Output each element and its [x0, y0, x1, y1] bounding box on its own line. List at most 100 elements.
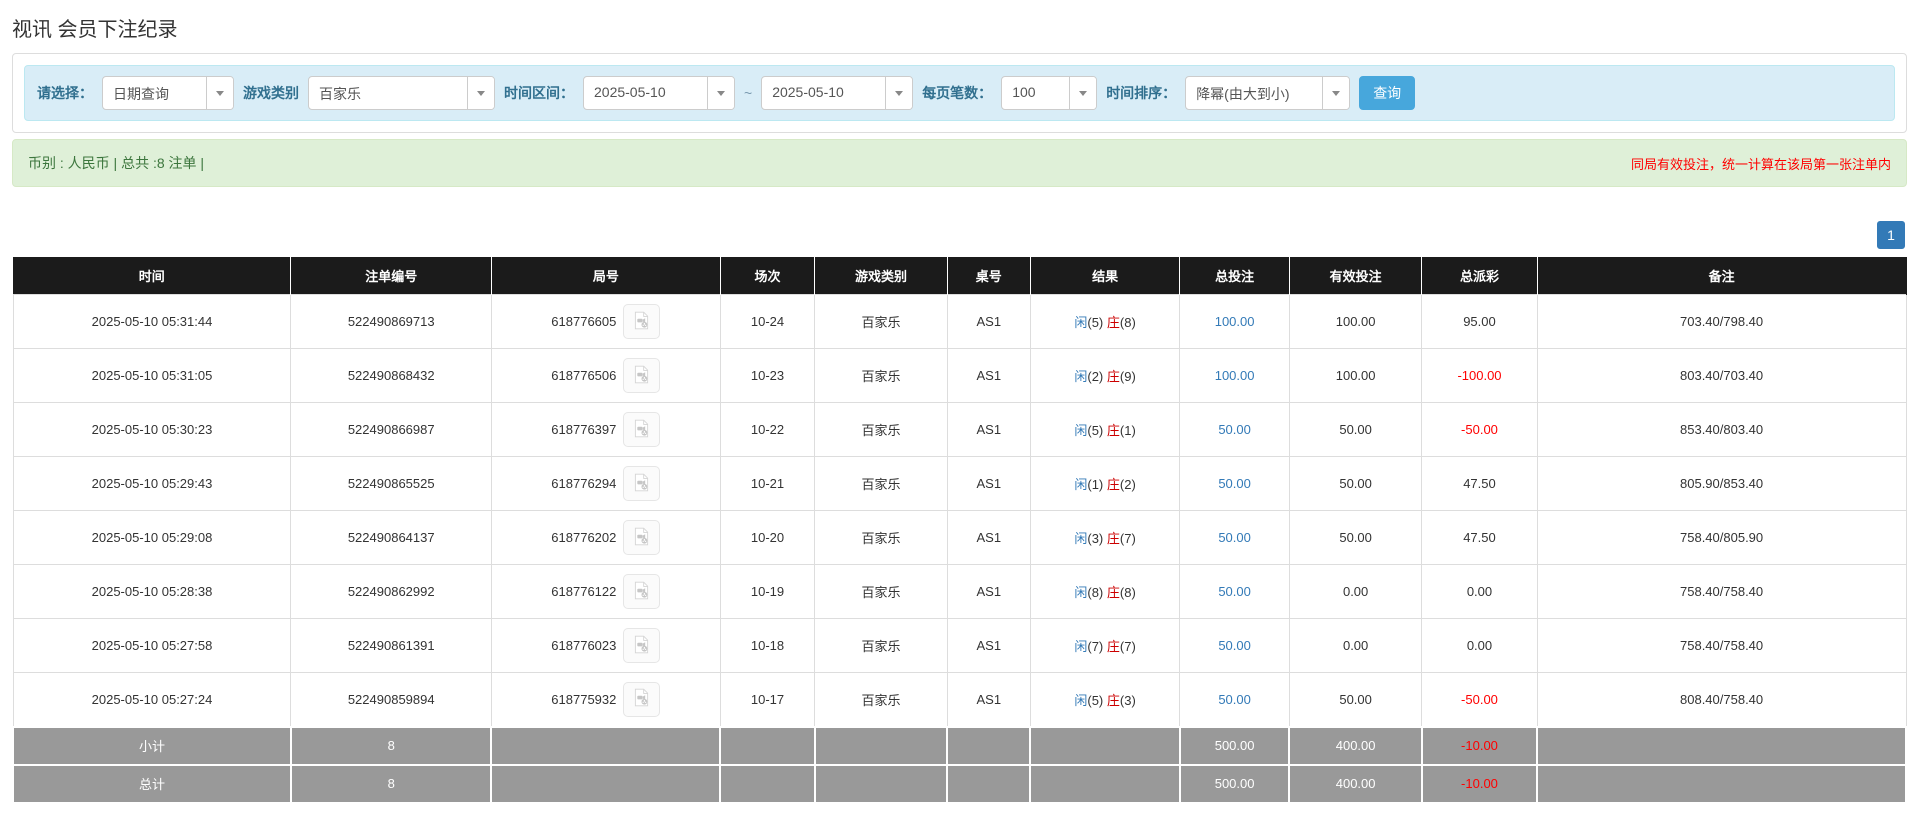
total-bet-link[interactable]: 50.00 — [1218, 584, 1251, 599]
payout-value: 0.00 — [1467, 638, 1492, 653]
subtotal-row-table-no — [947, 727, 1030, 765]
result-banker-points: (2) — [1120, 477, 1136, 492]
total-bet-link[interactable]: 50.00 — [1218, 638, 1251, 653]
game-type-select[interactable]: 百家乐 — [308, 76, 495, 110]
total-bet-link[interactable]: 50.00 — [1218, 422, 1251, 437]
video-replay-button[interactable] — [623, 682, 660, 717]
cell-valid-bet: 50.00 — [1289, 511, 1421, 565]
video-replay-button[interactable] — [623, 520, 660, 555]
cell-table-no: AS1 — [947, 457, 1030, 511]
video-replay-button[interactable] — [623, 412, 660, 447]
cell-valid-bet: 50.00 — [1289, 403, 1421, 457]
table-row: 2025-05-10 05:29:08522490864137 618776202… — [13, 511, 1906, 565]
table-row: 2025-05-10 05:30:23522490866987618776397… — [13, 403, 1906, 457]
video-replay-button[interactable] — [623, 304, 660, 339]
total-row-label: 总计 — [13, 765, 291, 803]
total-row-payout-value: -10.00 — [1461, 776, 1498, 791]
date-from-caret-button[interactable] — [707, 77, 734, 109]
column-header-session: 场次 — [720, 257, 815, 295]
search-button[interactable]: 查询 — [1359, 76, 1415, 110]
round-id-text: 618776202 — [551, 530, 616, 545]
sort-order-caret-button[interactable] — [1322, 77, 1349, 109]
page-size-caret-button[interactable] — [1069, 77, 1096, 109]
cell-bet-id: 522490866987 — [291, 403, 491, 457]
cell-round-id: 618776605 — [491, 295, 720, 349]
round-id-group: 618776023 — [496, 628, 716, 663]
query-type-select[interactable]: 日期查询 — [102, 76, 234, 110]
total-bet-link[interactable]: 100.00 — [1215, 368, 1255, 383]
cell-time: 2025-05-10 05:31:44 — [13, 295, 291, 349]
cell-game-type: 百家乐 — [815, 457, 947, 511]
cell-table-no: AS1 — [947, 349, 1030, 403]
cell-valid-bet: 50.00 — [1289, 457, 1421, 511]
cell-session: 10-23 — [720, 349, 815, 403]
result-player-label: 闲 — [1074, 693, 1087, 708]
table-row: 2025-05-10 05:31:44522490869713618776605… — [13, 295, 1906, 349]
chevron-down-icon — [1332, 91, 1340, 96]
video-replay-button[interactable] — [623, 358, 660, 393]
total-row-result — [1030, 765, 1179, 803]
table-row: 2025-05-10 05:28:38522490862992618776122… — [13, 565, 1906, 619]
cell-bet-id: 522490864137 — [291, 511, 491, 565]
total-bet-link[interactable]: 50.00 — [1218, 692, 1251, 707]
round-id-text: 618775932 — [551, 692, 616, 707]
table-row: 2025-05-10 05:29:43522490865525618776294… — [13, 457, 1906, 511]
result-banker-points: (8) — [1120, 315, 1136, 330]
result-banker-points: (9) — [1120, 369, 1136, 384]
subtotal-row-total-bet: 500.00 — [1180, 727, 1290, 765]
subtotal-row-label: 小计 — [13, 727, 291, 765]
date-to-caret-button[interactable] — [885, 77, 912, 109]
video-icon — [631, 687, 652, 711]
cell-table-no: AS1 — [947, 619, 1030, 673]
result-banker-points: (7) — [1120, 531, 1136, 546]
cell-result: 闲(3) 庄(7) — [1030, 511, 1179, 565]
payout-value: 0.00 — [1467, 584, 1492, 599]
chevron-down-icon — [477, 91, 485, 96]
column-header-game-type: 游戏类别 — [815, 257, 947, 295]
page-1-button[interactable]: 1 — [1877, 221, 1905, 249]
payout-value: -50.00 — [1461, 422, 1498, 437]
video-icon — [631, 310, 652, 334]
video-replay-button[interactable] — [623, 574, 660, 609]
bet-records-table: 时间注单编号局号场次游戏类别桌号结果总投注有效投注总派彩备注 2025-05-1… — [12, 257, 1907, 804]
query-type-caret-button[interactable] — [206, 77, 233, 109]
cell-remark: 758.40/758.40 — [1537, 619, 1906, 673]
cell-valid-bet: 50.00 — [1289, 673, 1421, 727]
date-from-value: 2025-05-10 — [584, 77, 707, 109]
cell-time: 2025-05-10 05:27:58 — [13, 619, 291, 673]
result-player-points: (8) — [1087, 585, 1103, 600]
cell-total-bet: 100.00 — [1180, 295, 1290, 349]
column-header-bet-id: 注单编号 — [291, 257, 491, 295]
cell-round-id: 618776294 — [491, 457, 720, 511]
total-row-valid-bet: 400.00 — [1289, 765, 1421, 803]
result-player-points: (5) — [1087, 693, 1103, 708]
cell-total-bet: 50.00 — [1180, 511, 1290, 565]
cell-result: 闲(1) 庄(2) — [1030, 457, 1179, 511]
cell-bet-id: 522490865525 — [291, 457, 491, 511]
round-id-text: 618776397 — [551, 422, 616, 437]
game-type-caret-button[interactable] — [467, 77, 494, 109]
result-player-label: 闲 — [1074, 423, 1087, 438]
query-type-value: 日期查询 — [103, 77, 206, 109]
page-size-select[interactable]: 100 — [1001, 76, 1097, 110]
round-id-text: 618776023 — [551, 638, 616, 653]
total-bet-link[interactable]: 50.00 — [1218, 476, 1251, 491]
cell-game-type: 百家乐 — [815, 511, 947, 565]
date-to-select[interactable]: 2025-05-10 — [761, 76, 913, 110]
video-icon — [631, 472, 652, 496]
valid-bet-note: 同局有效投注，统一计算在该局第一张注单内 — [1631, 154, 1891, 173]
cell-total-bet: 50.00 — [1180, 565, 1290, 619]
sort-order-select[interactable]: 降幂(由大到小) — [1185, 76, 1350, 110]
total-bet-link[interactable]: 50.00 — [1218, 530, 1251, 545]
round-id-group: 618776506 — [496, 358, 716, 393]
video-replay-button[interactable] — [623, 466, 660, 501]
round-id-group: 618776294 — [496, 466, 716, 501]
cell-payout: -50.00 — [1422, 403, 1537, 457]
date-from-select[interactable]: 2025-05-10 — [583, 76, 735, 110]
total-bet-link[interactable]: 100.00 — [1215, 314, 1255, 329]
page-title: 视讯 会员下注纪录 — [12, 13, 1907, 42]
cell-total-bet: 50.00 — [1180, 457, 1290, 511]
cell-time: 2025-05-10 05:29:08 — [13, 511, 291, 565]
column-header-time: 时间 — [13, 257, 291, 295]
video-replay-button[interactable] — [623, 628, 660, 663]
